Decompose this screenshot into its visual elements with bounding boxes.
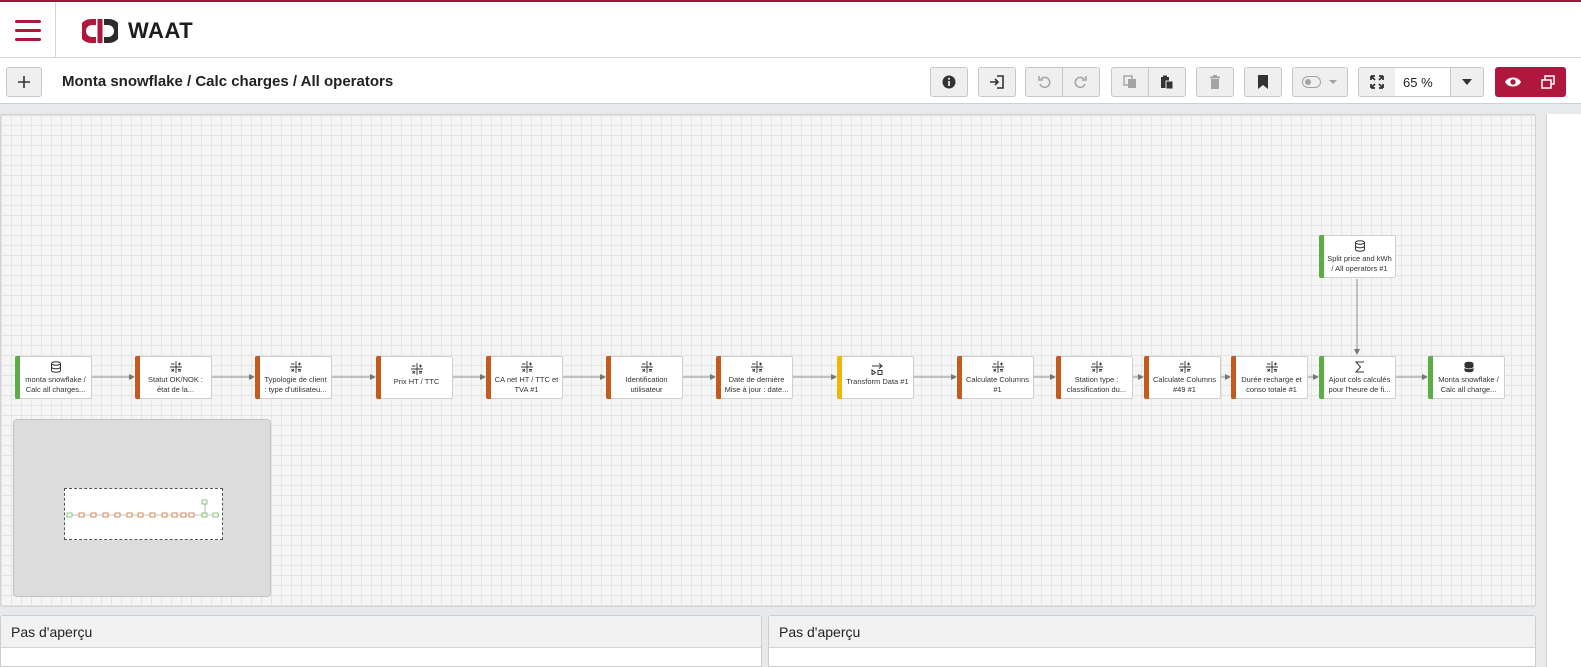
calculator-icon <box>640 361 653 373</box>
redo-icon <box>1074 76 1087 89</box>
flow-node[interactable]: Typologie de client : type d'utilisateu.… <box>255 356 332 399</box>
node-label: Identification utilisateur <box>625 375 668 394</box>
preview-button[interactable] <box>1495 67 1531 97</box>
windows-icon <box>1541 75 1555 89</box>
zoom-dropdown-button[interactable] <box>1450 67 1484 97</box>
toolbar: Monta snowflake / Calc charges / All ope… <box>0 58 1581 104</box>
import-button[interactable] <box>978 67 1016 97</box>
expand-icon <box>1370 75 1384 89</box>
node-label: Durée recharge et conso totale #1 <box>1241 375 1302 394</box>
sigma-icon <box>1354 361 1364 373</box>
paste-icon <box>1161 75 1174 89</box>
menu-icon[interactable] <box>0 2 56 58</box>
calculator-icon <box>1090 361 1103 373</box>
node-label: CA net HT / TTC et TVA #1 <box>494 375 559 394</box>
bookmark-button[interactable] <box>1244 67 1282 97</box>
copy-button[interactable] <box>1111 67 1149 97</box>
flow-node[interactable]: Calculate Columns #1 <box>957 356 1034 399</box>
calculator-icon <box>991 361 1004 373</box>
windows-button[interactable] <box>1530 67 1566 97</box>
flow-node[interactable]: Station type : classification du... <box>1056 356 1133 399</box>
toggle-icon <box>1302 76 1337 88</box>
calculator-icon <box>289 361 302 373</box>
flow-node[interactable]: Transform Data #1 <box>837 356 914 399</box>
database-filled-icon <box>1463 361 1474 373</box>
app-name: WAAT <box>128 18 194 43</box>
preview-panel-right: Pas d'aperçu <box>768 615 1536 667</box>
zoom-level[interactable]: 65 % <box>1395 67 1451 97</box>
flow-node[interactable]: Split price and kWh / All operators #1 <box>1319 235 1396 278</box>
top-bar: WAAT <box>0 0 1581 58</box>
flow-node[interactable]: Ajout cols calculés pour l'heure de fi..… <box>1319 356 1396 399</box>
flow-canvas[interactable]: monta snowflake / Calc all charges... St… <box>0 114 1536 607</box>
node-label: Transform Data #1 <box>846 377 909 386</box>
node-label: Calculate Columns #1 <box>966 375 1029 394</box>
import-icon <box>990 75 1004 89</box>
fit-screen-button[interactable] <box>1358 67 1396 97</box>
node-label: Prix HT / TTC <box>393 377 440 386</box>
panel-title: Pas d'aperçu <box>769 616 1535 648</box>
flow-node[interactable]: Identification utilisateur <box>606 356 683 399</box>
flow-node[interactable]: Calculate Columns #49 #1 <box>1144 356 1221 399</box>
info-icon <box>942 75 956 89</box>
panel-title: Pas d'aperçu <box>1 616 761 648</box>
node-label: Date de dernière Mise à jour : date... <box>724 375 789 394</box>
flow-node[interactable]: monta snowflake / Calc all charges... <box>15 356 92 399</box>
node-label: Statut OK/NOK : état de la... <box>147 375 204 394</box>
minimap-viewport[interactable] <box>64 488 223 540</box>
calculator-icon <box>520 361 533 373</box>
toggle-dropdown-button[interactable] <box>1292 67 1348 97</box>
bookmark-icon <box>1258 75 1268 89</box>
database-icon <box>1354 240 1365 252</box>
undo-icon <box>1038 76 1051 89</box>
node-label: monta snowflake / Calc all charges... <box>25 375 86 394</box>
node-label: Typologie de client : type d'utilisateu.… <box>264 375 327 394</box>
add-button[interactable] <box>6 67 42 97</box>
calculator-icon <box>750 361 763 373</box>
flow-node[interactable]: Durée recharge et conso totale #1 <box>1231 356 1308 399</box>
node-label: Monta snowflake / Calc all charge... <box>1438 375 1499 394</box>
eye-icon <box>1505 77 1521 87</box>
minimap-preview <box>66 499 219 518</box>
plus-icon <box>18 76 30 88</box>
waat-logo-icon <box>82 19 118 43</box>
flow-node[interactable]: Monta snowflake / Calc all charge... <box>1428 356 1505 399</box>
database-icon <box>50 361 61 373</box>
calculator-icon <box>1265 361 1278 373</box>
flow-node[interactable]: Date de dernière Mise à jour : date... <box>716 356 793 399</box>
calculator-icon <box>169 361 182 373</box>
transform-data-icon <box>871 363 883 375</box>
delete-button[interactable] <box>1196 67 1234 97</box>
redo-button[interactable] <box>1062 67 1100 97</box>
preview-panel-left: Pas d'aperçu <box>0 615 762 667</box>
side-panel <box>1546 114 1581 667</box>
node-label: Station type : classification du... <box>1066 375 1127 394</box>
flow-node[interactable]: Statut OK/NOK : état de la... <box>135 356 212 399</box>
minimap[interactable] <box>13 419 271 597</box>
breadcrumb: Monta snowflake / Calc charges / All ope… <box>62 73 394 90</box>
chevron-down-icon <box>1462 79 1472 85</box>
calculator-icon <box>410 363 423 375</box>
node-label: Ajout cols calculés pour l'heure de fi..… <box>1328 375 1391 394</box>
info-button[interactable] <box>930 67 968 97</box>
copy-icon <box>1123 75 1136 88</box>
undo-button[interactable] <box>1025 67 1063 97</box>
app-logo[interactable]: WAAT <box>82 16 193 46</box>
node-label: Calculate Columns #49 #1 <box>1153 375 1216 394</box>
trash-icon <box>1210 75 1220 89</box>
flow-node[interactable]: CA net HT / TTC et TVA #1 <box>486 356 563 399</box>
calculator-icon <box>1178 361 1191 373</box>
node-label: Split price and kWh / All operators #1 <box>1327 254 1392 273</box>
flow-node[interactable]: Prix HT / TTC <box>376 356 453 399</box>
paste-button[interactable] <box>1148 67 1186 97</box>
